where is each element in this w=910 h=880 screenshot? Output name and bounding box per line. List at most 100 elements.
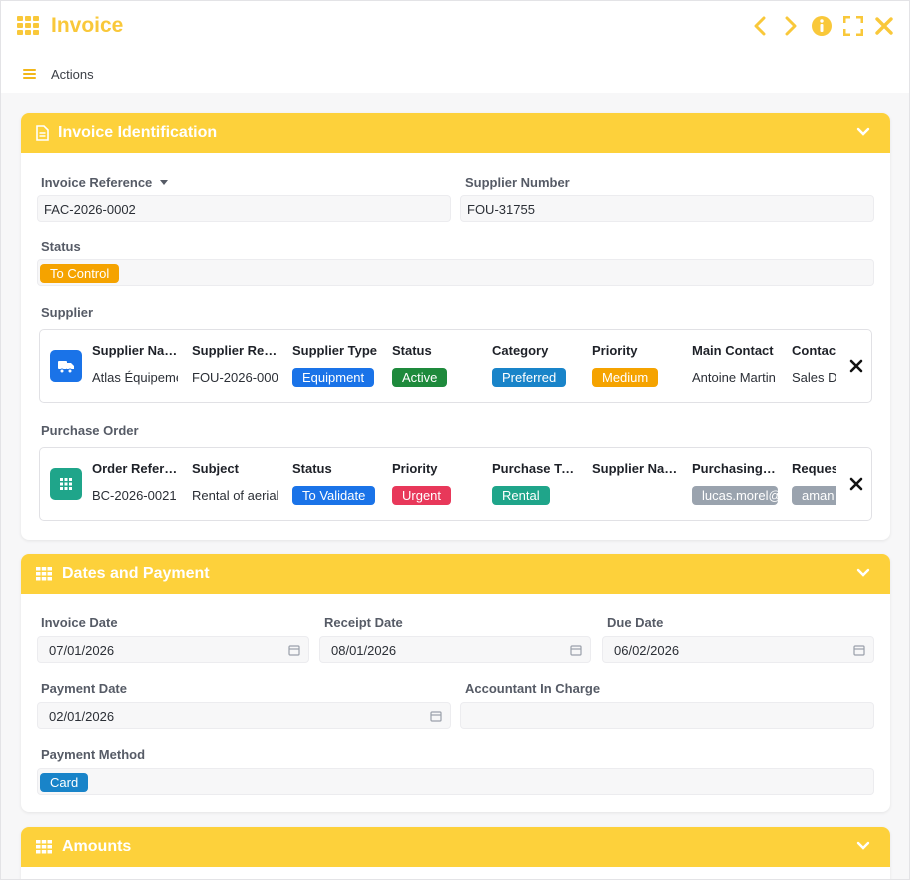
invoice-date-label: Invoice Date [41, 615, 118, 630]
column-header: Status [392, 343, 432, 358]
receipt-date-value: 08/01/2026 [331, 643, 397, 658]
grid-icon [50, 468, 82, 500]
supplier-number-field[interactable]: FOU-31755 [460, 195, 874, 222]
card-column: Order Reference BC-2026-0021 [92, 461, 192, 506]
payment-method-label: Payment Method [41, 747, 146, 762]
section-title: Dates and Payment [62, 565, 210, 582]
info-icon[interactable] [811, 15, 833, 37]
column-header: Order Reference [92, 461, 178, 476]
section-title: Amounts [62, 838, 132, 855]
chevron-right-icon[interactable] [780, 15, 802, 37]
truck-icon [50, 350, 82, 382]
invoice-reference-label[interactable]: Invoice Reference [41, 175, 169, 190]
column-value: Rental of aerial platform [192, 488, 278, 503]
value-tag: Preferred [492, 368, 567, 387]
card-column: Priority Medium [592, 343, 692, 388]
menu-icon[interactable] [23, 69, 36, 79]
payment-date-input[interactable]: 02/01/2026 [37, 702, 451, 729]
due-date-value: 06/02/2026 [614, 643, 680, 658]
card-column: Supplier Type Equipment [292, 343, 392, 388]
invoice-window: Invoice Actions Invoice Identification I… [0, 0, 910, 880]
window-controls [749, 15, 895, 37]
column-value: Rental [492, 486, 578, 506]
column-value: Active [392, 368, 478, 388]
card-column: Status To Validate [292, 461, 392, 506]
column-header: Supplier Type [292, 343, 377, 358]
chevron-left-icon[interactable] [749, 15, 771, 37]
card-column: Purchase Type Rental [492, 461, 592, 506]
remove-purchase-order-close-icon[interactable] [849, 477, 863, 491]
window-title: Invoice [51, 14, 124, 37]
invoice-reference-field[interactable]: FAC-2026-0002 [37, 195, 451, 222]
chevron-down-icon[interactable] [856, 568, 870, 578]
caret-down-icon[interactable] [160, 180, 169, 186]
card-column: Supplier Reference FOU-2026-0001 [192, 343, 292, 388]
calendar-icon[interactable] [570, 644, 582, 656]
supplier-card[interactable]: Supplier Name Atlas Équipement Supplier Re… [39, 329, 872, 403]
calendar-icon[interactable] [853, 644, 865, 656]
column-header: Requester [792, 461, 836, 476]
column-header: Supplier Reference [192, 343, 278, 358]
accountant-field[interactable] [460, 702, 874, 729]
value-tag: Equipment [292, 368, 375, 387]
calendar-icon[interactable] [430, 710, 442, 722]
grid-icon [17, 16, 41, 37]
column-value: Antoine Martin [692, 370, 776, 385]
value-tag: Urgent [392, 486, 452, 505]
purchase-order-card[interactable]: Order Reference BC-2026-0021 Subject Rental… [39, 447, 872, 521]
purchase-order-label: Purchase Order [41, 423, 139, 438]
receipt-date-input[interactable]: 08/01/2026 [319, 636, 591, 663]
column-value: Urgent [392, 486, 478, 506]
column-header: Subject [192, 461, 239, 476]
status-tag: To Control [40, 264, 120, 283]
chevron-down-icon[interactable] [856, 127, 870, 137]
card-column: Supplier Name Atlas Équipement [92, 343, 192, 388]
supplier-number-label: Supplier Number [465, 175, 570, 190]
column-value: aman [792, 486, 836, 506]
status-label: Status [41, 239, 81, 254]
column-header: Priority [592, 343, 638, 358]
column-value: BC-2026-0021 [92, 488, 177, 503]
column-value: Preferred [492, 368, 578, 388]
value-tag: To Validate [292, 486, 376, 505]
card-column: Status Active [392, 343, 492, 388]
card-column: Subject Rental of aerial platform [192, 461, 292, 506]
section-header[interactable]: Dates and Payment [21, 554, 890, 594]
column-header: Supplier Name [92, 343, 178, 358]
due-date-input[interactable]: 06/02/2026 [602, 636, 874, 663]
column-value: Equipment [292, 368, 378, 388]
column-value: lucas.morel@ [692, 486, 778, 506]
column-value: Atlas Équipement [92, 370, 178, 385]
payment-method-tag: Card [40, 773, 89, 792]
column-value: Medium [592, 368, 678, 388]
column-header: Category [492, 343, 549, 358]
close-icon[interactable] [873, 15, 895, 37]
chevron-down-icon[interactable] [856, 841, 870, 851]
value-tag: Medium [592, 368, 659, 387]
column-value: Sales Department [792, 370, 836, 385]
payment-date-value: 02/01/2026 [49, 709, 115, 724]
column-value [592, 486, 678, 506]
column-header: Priority [392, 461, 438, 476]
column-header: Purchase Type [492, 461, 578, 476]
section-header[interactable]: Amounts [21, 827, 890, 867]
card-column: Category Preferred [492, 343, 592, 388]
actions-menu[interactable]: Actions [51, 67, 94, 82]
invoice-date-value: 07/01/2026 [49, 643, 115, 658]
remove-supplier-close-icon[interactable] [849, 359, 863, 373]
payment-method-field[interactable]: Card [37, 768, 874, 795]
fullscreen-icon[interactable] [842, 15, 864, 37]
value-tag: aman [792, 486, 836, 505]
status-field[interactable]: To Control [37, 259, 874, 286]
card-column: Supplier Name [592, 461, 692, 506]
value-tag: Rental [492, 486, 550, 505]
value-tag: Active [392, 368, 448, 387]
column-header: Contact [792, 343, 836, 358]
calendar-icon[interactable] [288, 644, 300, 656]
title-bar: Invoice [1, 1, 909, 53]
invoice-date-input[interactable]: 07/01/2026 [37, 636, 309, 663]
card-column: Contact Sales Department [792, 343, 836, 388]
document-icon [36, 125, 49, 141]
section-header[interactable]: Invoice Identification [21, 113, 890, 153]
card-column: Priority Urgent [392, 461, 492, 506]
